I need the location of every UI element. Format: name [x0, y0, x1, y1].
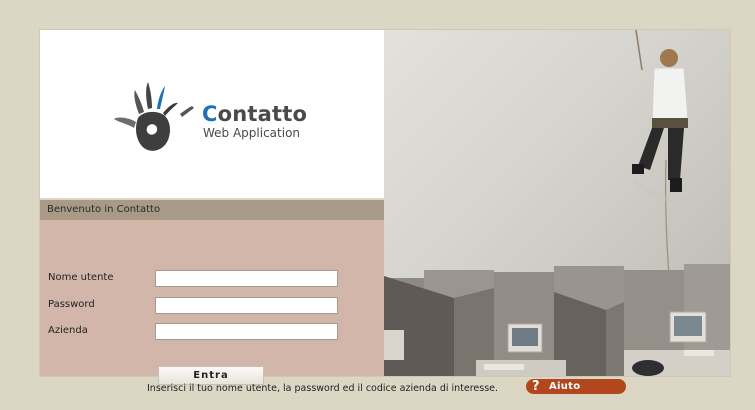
welcome-bar: Benvenuto in Contatto [40, 200, 384, 220]
brand-area: Contatto Web Application [40, 30, 384, 198]
footer-hint: Inserisci il tuo nome utente, la passwor… [147, 383, 499, 394]
question-icon: ? [532, 379, 540, 394]
brand-title: Contatto [202, 102, 307, 126]
help-button-label: Aiuto [549, 381, 581, 392]
footer: Inserisci il tuo nome utente, la passwor… [0, 378, 755, 398]
brand-title-rest: ontatto [217, 102, 308, 126]
office-climber-illustration [384, 30, 730, 376]
hero-photo [384, 30, 730, 376]
login-panel: Contatto Web Application Benvenuto in Co… [40, 30, 730, 385]
login-column: Contatto Web Application Benvenuto in Co… [40, 30, 384, 385]
password-label: Password [48, 299, 95, 310]
brand-subtitle: Web Application [203, 126, 301, 140]
company-input[interactable] [155, 323, 338, 340]
password-input[interactable] [155, 297, 338, 314]
help-button[interactable]: ? Aiuto [526, 379, 626, 394]
hand-logo-icon [114, 82, 194, 151]
brand-title-initial: C [202, 102, 218, 126]
login-form: Nome utente Password Azienda Entra [40, 220, 384, 385]
username-input[interactable] [155, 270, 338, 287]
company-label: Azienda [48, 325, 88, 336]
username-label: Nome utente [48, 272, 114, 283]
